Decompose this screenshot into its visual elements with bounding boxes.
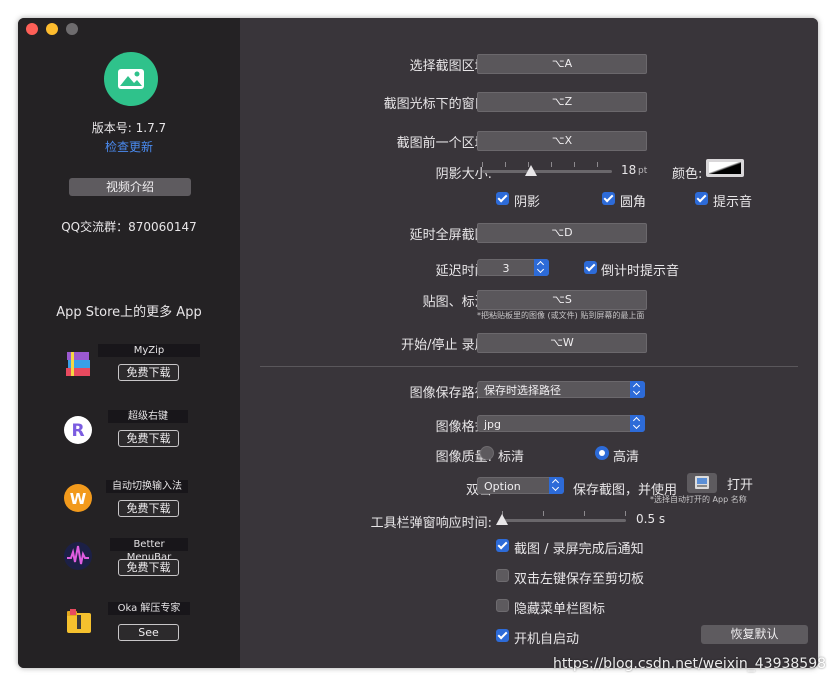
quality-high-label: 高清 [613, 450, 640, 465]
more-apps-title: App Store上的更多 App [56, 305, 202, 320]
preview-app-icon[interactable] [687, 473, 717, 493]
divider [260, 366, 798, 367]
rounded-corners-checkbox-label: 圆角 [620, 195, 647, 210]
slider-tick [505, 162, 506, 167]
double-click-modifier-select[interactable]: Option [477, 477, 564, 494]
download-myzip-button[interactable]: 免费下载 [118, 364, 179, 381]
shadow-checkbox-label: 阴影 [514, 195, 541, 210]
check-update-link[interactable]: 检查更新 [18, 138, 240, 155]
watermark-text: https://blog.csdn.net/weixin_43938598 [553, 656, 827, 672]
slider-tick [551, 162, 552, 167]
slider-tick [482, 162, 483, 167]
save-path-value: 保存时选择路径 [484, 384, 561, 397]
shadow-size-value: 18 [621, 163, 637, 177]
zip-folder-icon [64, 606, 94, 636]
delayed-fullscreen-shortcut-field[interactable]: ⌥D [477, 223, 647, 243]
zoom-window-button[interactable] [66, 23, 78, 35]
countdown-sound-checkbox[interactable] [584, 261, 597, 274]
double-click-hint: *选择自动打开的 App 名称 [650, 495, 747, 504]
delay-time-value: 3 [502, 262, 510, 275]
countdown-sound-label: 倒计时提示音 [601, 264, 680, 279]
quality-standard-radio[interactable] [480, 446, 494, 460]
paste-annotate-shortcut-field[interactable]: ⌥S [477, 290, 647, 310]
download-auto-input-switch-button[interactable]: 免费下载 [118, 500, 179, 517]
qq-group-label: QQ交流群：870060147 [61, 220, 197, 234]
toolbar-response-slider-knob[interactable] [496, 514, 508, 525]
minimize-window-button[interactable] [46, 23, 58, 35]
notify-after-capture-label: 截图 / 录屏完成后通知 [514, 542, 644, 557]
previous-area-shortcut-field[interactable]: ⌥X [477, 131, 647, 151]
video-intro-button[interactable]: 视频介绍 [69, 178, 191, 196]
shadow-color-well[interactable] [706, 159, 744, 177]
restore-default-button[interactable]: 恢复默认 [701, 625, 808, 644]
double-click-copy-checkbox[interactable] [496, 569, 509, 582]
shadow-color-label: 颜色: [672, 167, 703, 182]
select-arrows-icon [630, 381, 645, 398]
delay-time-stepper[interactable]: 3 [477, 259, 549, 276]
shadow-size-unit: pt [638, 166, 648, 176]
toolbar-response-value: 0.5 s [636, 512, 666, 526]
waveform-icon [62, 540, 94, 572]
toolbar-response-slider-track[interactable] [502, 519, 626, 522]
sound-checkbox-label: 提示音 [713, 195, 753, 210]
app-name-myzip: MyZip [98, 344, 200, 357]
svg-text:R: R [71, 421, 84, 441]
recording-shortcut-field[interactable]: ⌥W [477, 333, 647, 353]
close-window-button[interactable] [26, 23, 38, 35]
download-super-right-click-button[interactable]: 免费下载 [118, 430, 179, 447]
slider-tick [625, 511, 626, 516]
books-stack-icon [62, 348, 94, 380]
hide-menubar-icon-label: 隐藏菜单栏图标 [514, 602, 606, 617]
image-format-select[interactable]: jpg [477, 415, 645, 432]
launch-at-login-label: 开机自启动 [514, 632, 580, 647]
app-window: 版本号: 1.7.7 检查更新 视频介绍 QQ交流群：870060147 App… [18, 18, 818, 668]
image-format-value: jpg [484, 418, 502, 431]
settings-panel: 选择截图区域: ⌥A 截图光标下的窗口: ⌥Z 截图前一个区域: ⌥X 阴影大小… [240, 18, 818, 668]
select-arrows-icon [549, 477, 564, 494]
double-click-copy-label: 双击左键保存至剪切板 [514, 572, 645, 587]
app-name-oka-unzip: Oka 解压专家 [108, 602, 190, 615]
window-under-cursor-label: 截图光标下的窗口: [383, 97, 492, 112]
launch-at-login-checkbox[interactable] [496, 629, 509, 642]
select-arrows-icon [630, 415, 645, 432]
shadow-size-slider-track[interactable] [482, 170, 612, 173]
shadow-checkbox[interactable] [496, 192, 509, 205]
see-oka-unzip-button[interactable]: See [118, 624, 179, 641]
svg-text:W: W [70, 490, 87, 508]
stepper-arrows-icon[interactable] [534, 259, 549, 276]
slider-tick [597, 162, 598, 167]
quality-high-radio[interactable] [595, 446, 609, 460]
app-name-auto-input-switch: 自动切换输入法 [106, 480, 188, 493]
r-logo-icon: R [62, 414, 94, 446]
sidebar: 版本号: 1.7.7 检查更新 视频介绍 QQ交流群：870060147 App… [18, 18, 240, 668]
paste-annotate-hint: *把粘贴板里的图像 (或文件) 贴到屏幕的最上面 [477, 311, 645, 320]
app-name-better-menubar: Better MenuBar [110, 538, 188, 563]
w-logo-icon: W [62, 482, 94, 514]
save-path-select[interactable]: 保存时选择路径 [477, 381, 645, 398]
quality-standard-label: 标清 [498, 450, 525, 465]
download-better-menubar-button[interactable]: 免费下载 [118, 559, 179, 576]
toolbar-response-label: 工具栏弹窗响应时间: [370, 516, 492, 531]
double-click-modifier-value: Option [484, 480, 521, 493]
select-area-shortcut-field[interactable]: ⌥A [477, 54, 647, 74]
window-under-cursor-shortcut-field[interactable]: ⌥Z [477, 92, 647, 112]
slider-tick [574, 162, 575, 167]
rounded-corners-checkbox[interactable] [602, 192, 615, 205]
app-name-super-right-click: 超级右键 [108, 410, 188, 423]
notify-after-capture-checkbox[interactable] [496, 539, 509, 552]
mountain-image-icon [104, 52, 158, 106]
sound-checkbox[interactable] [695, 192, 708, 205]
hide-menubar-icon-checkbox[interactable] [496, 599, 509, 612]
slider-tick [584, 511, 585, 516]
shadow-size-slider-knob[interactable] [525, 165, 538, 176]
double-click-open-text: 打开 [727, 478, 754, 493]
slider-tick [543, 511, 544, 516]
version-label: 版本号: 1.7.7 [91, 121, 167, 135]
